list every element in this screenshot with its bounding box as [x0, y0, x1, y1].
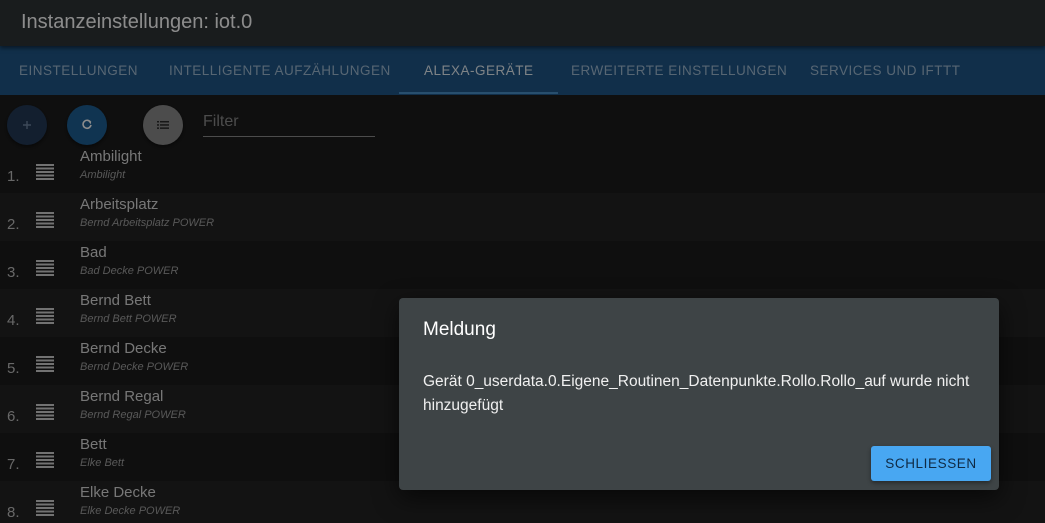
dialog-message: Gerät 0_userdata.0.Eigene_Routinen_Daten… — [423, 373, 970, 414]
dialog-title: Meldung — [423, 319, 496, 340]
message-dialog: Meldung Gerät 0_userdata.0.Eigene_Routin… — [399, 298, 999, 490]
close-button[interactable]: Schliessen — [871, 446, 991, 481]
